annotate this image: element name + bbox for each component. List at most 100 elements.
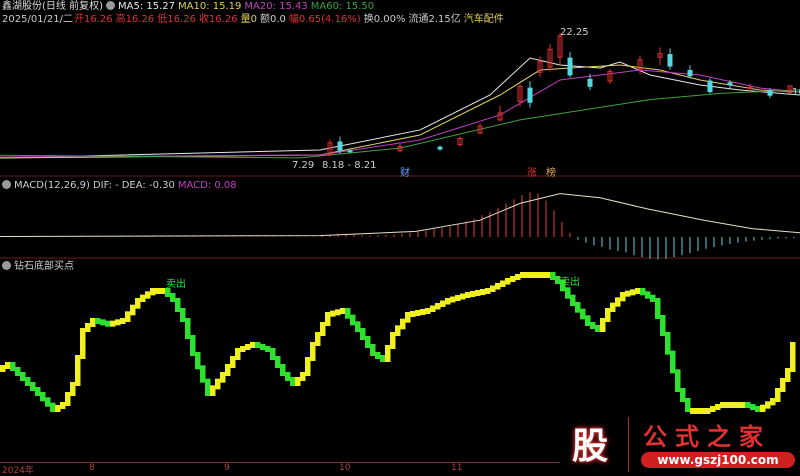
chart-canvas[interactable] [0,0,800,474]
indicator-step [645,291,651,299]
dropdown-icon[interactable] [2,261,11,270]
indicator-step [670,350,676,374]
indicator-step [485,288,491,294]
indicator-step [655,298,661,319]
indicator-step [260,344,266,350]
indicator-step [235,348,241,360]
indicator-step [105,320,111,327]
indicator-step [505,278,511,285]
indicator-step [280,364,286,376]
indicator-step [85,323,91,332]
indicator-step [435,303,441,310]
indicator-step [450,296,456,303]
current-price-label: 16 [792,87,800,98]
indicator-step [380,355,386,362]
indicator-step [660,315,666,336]
indicator-step [195,352,201,370]
indicator-step [170,293,176,302]
indicator-step [240,346,246,352]
indicator-step [500,280,506,287]
indicator-step [680,388,686,402]
axis-label: 2024年 [2,466,34,476]
indicator-step [160,288,166,294]
indicator-step [180,308,186,322]
axis-label: 10 [339,463,351,473]
indicator-step [385,345,391,362]
finance-marker[interactable]: 财 [400,164,410,179]
indicator-step [360,328,366,340]
indicator-step [780,378,786,392]
indicator-step [715,404,721,410]
indicator-step [410,311,416,317]
indicator-step [520,272,526,278]
indicator-step [700,408,706,414]
macd-header: MACD(12,26,9) DIF: - DEA: -0.30 MACD: 0.08 [2,180,240,192]
indicator-step [445,298,451,305]
indicator-step [295,377,301,386]
indicator-step [710,406,716,412]
axis-label: 9 [224,463,230,473]
indicator-step [275,356,281,368]
indicator-step [225,364,231,376]
indicator-step [325,312,331,326]
indicator-step [355,321,361,332]
candle-body [337,141,343,152]
indicator-step [625,290,631,297]
indicator-step [5,362,11,369]
candle-body [727,82,733,86]
indicator-step [0,365,6,372]
indicator-step [315,332,321,346]
indicator-step [130,304,136,316]
indicator-step [25,377,31,386]
indicator-step [545,272,551,278]
indicator-step [430,305,436,312]
indicator-step [675,369,681,392]
indicator-step [420,309,426,315]
candle-body [707,80,713,93]
indicator-step [245,344,251,350]
indicator-step [215,378,221,390]
indicator-step [35,387,41,396]
indicator-step [595,325,601,332]
indicator-step [760,404,766,412]
candle-body [667,54,673,67]
indicator-step [480,289,486,295]
max-price-label: 22.25 [560,27,589,38]
indicator-step [285,372,291,381]
candle-body [347,150,353,153]
indicator-step [640,288,646,296]
indicator-step [650,294,656,302]
indicator-step [540,272,546,278]
indicator-step [635,288,641,294]
indicator-step [735,402,741,408]
indicator-step [15,367,21,376]
indicator-step [335,309,341,316]
indicator-step [210,385,216,396]
indicator-step [300,372,306,381]
indicator-step [720,402,726,408]
indicator-step [175,298,181,312]
indicator-step [755,406,761,412]
limit-up-marker[interactable]: 涨 [527,164,537,179]
indicator-step [80,328,86,359]
indicator-step [20,372,26,381]
dea-line [0,193,800,237]
rank-marker[interactable]: 榜 [546,164,556,179]
dropdown-icon[interactable] [2,180,11,189]
logo-name: 公式之家 [643,423,771,451]
indicator-step [250,342,256,348]
indicator-step [630,289,636,296]
indicator-step [515,274,521,280]
indicator-step [30,382,36,391]
indicator-step [580,308,586,320]
sell-signal-label: 卖出 [560,277,580,288]
indicator-step [310,342,316,361]
indicator-step [510,276,516,282]
indicator-step [690,408,696,414]
candle-body [437,146,443,150]
indicator-step [60,402,66,409]
indicator-step [140,294,146,302]
indicator-step [725,402,731,408]
indicator-step [405,312,411,323]
min-price-label: 7.29 [292,160,315,171]
